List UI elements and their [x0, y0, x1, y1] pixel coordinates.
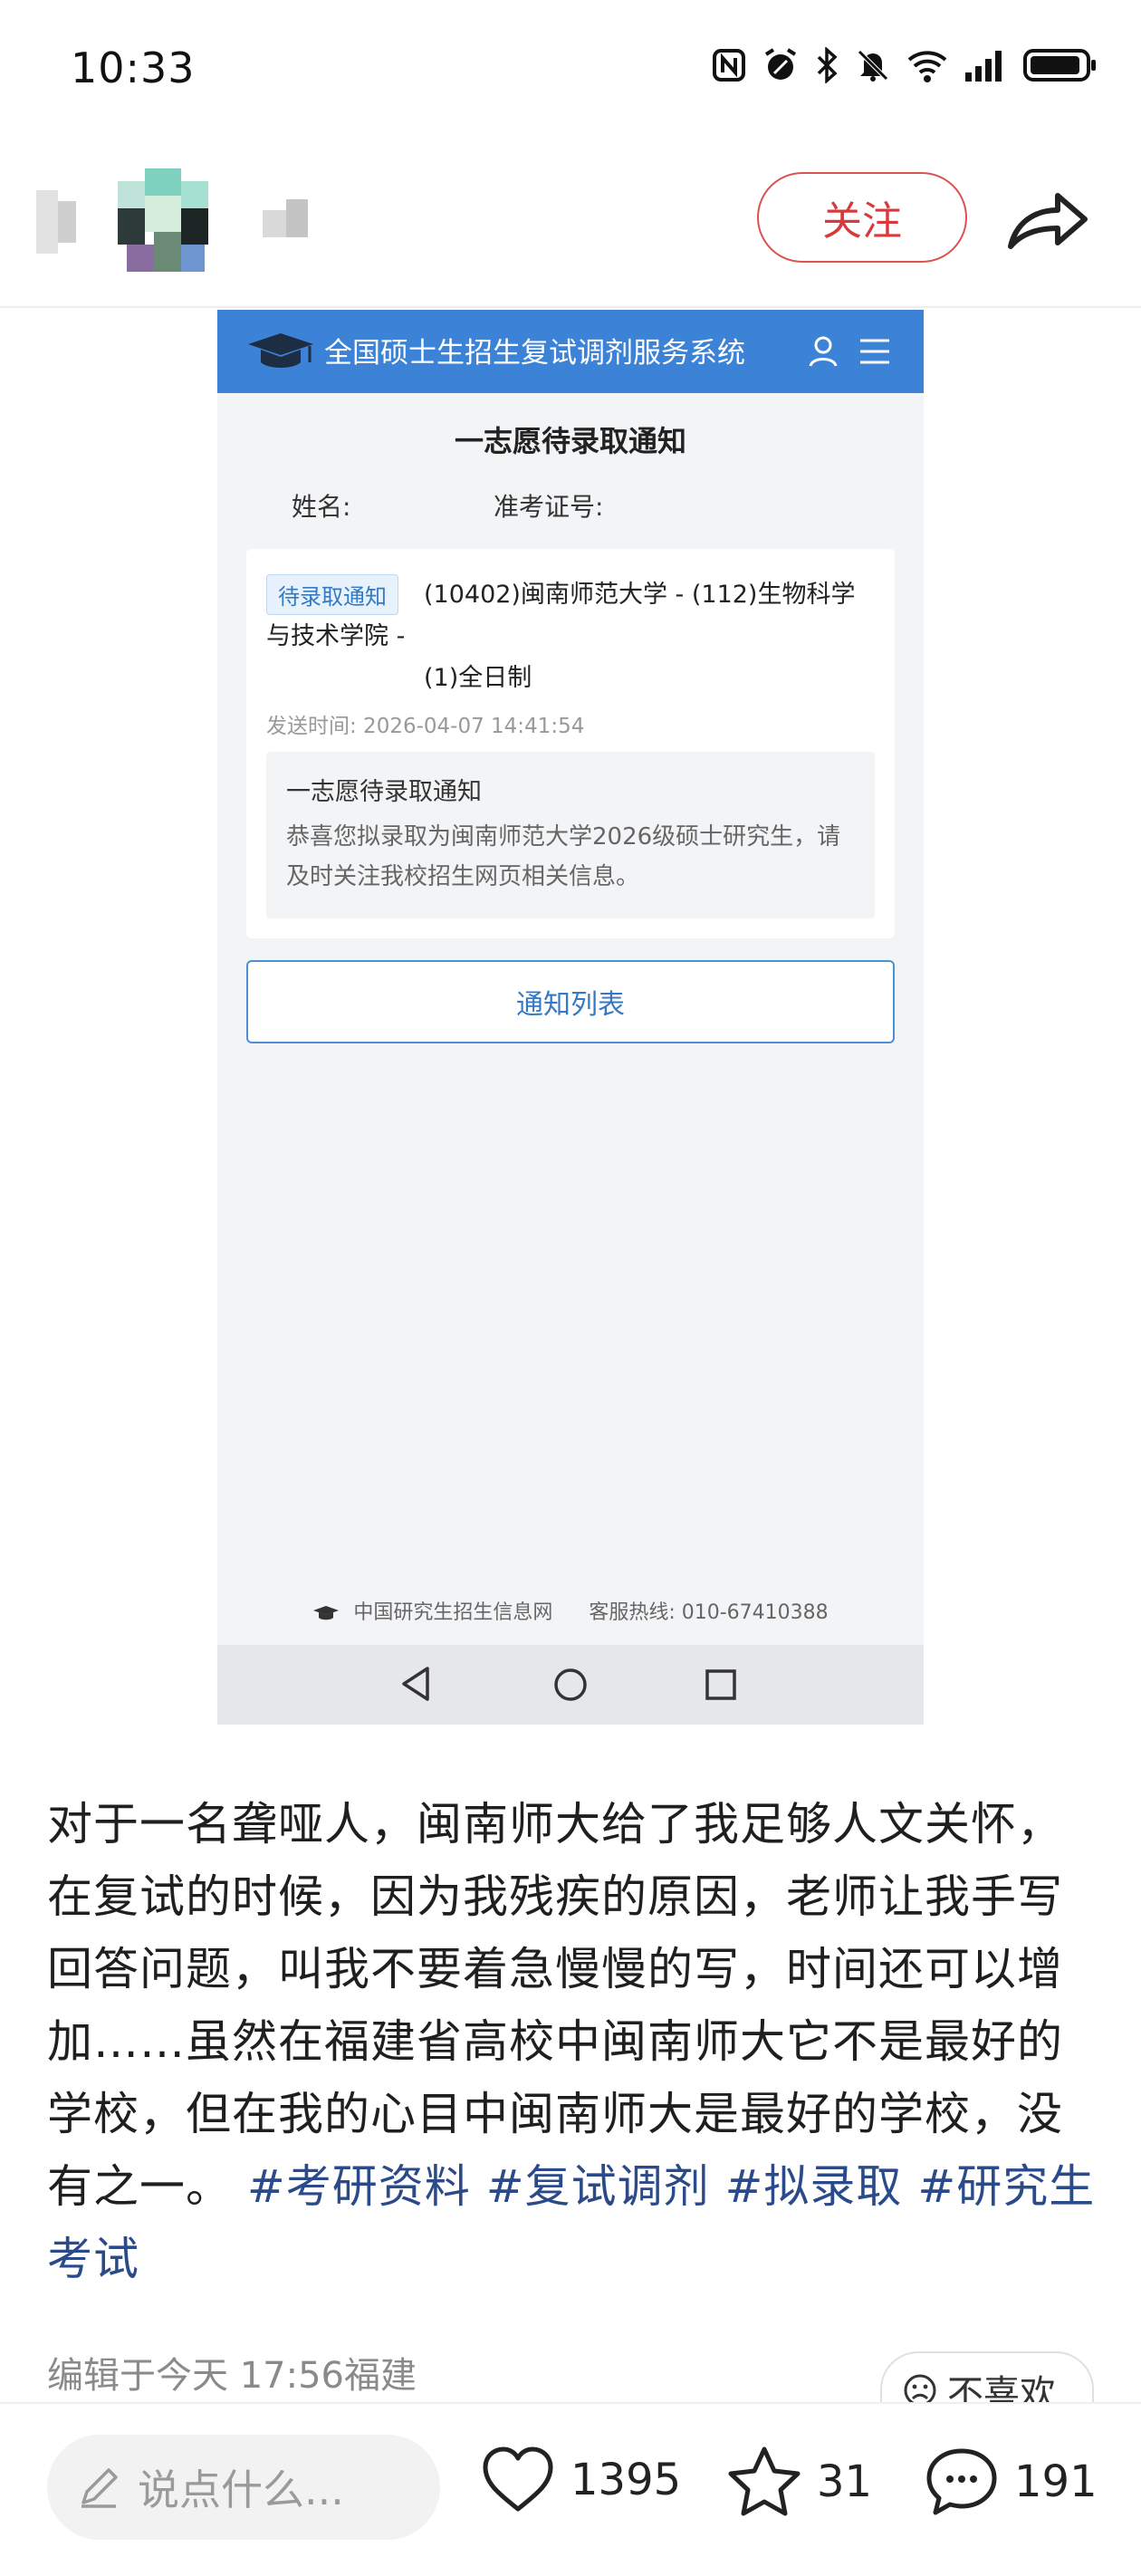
hashtag[interactable]: #考研资料: [247, 2160, 471, 2213]
like-button[interactable]: 1395: [480, 2446, 681, 2514]
share-icon[interactable]: [1003, 178, 1090, 257]
exam-number-label: 准考证号:: [494, 492, 604, 522]
menu-icon[interactable]: [858, 337, 891, 366]
heart-icon: [483, 2446, 553, 2512]
send-time: 发送时间: 2026-04-07 14:41:54: [266, 715, 585, 738]
post-text: 对于一名聋哑人，闽南师大给了我足够人文关怀，在复试的时候，因为我残疾的原因，老师…: [47, 1798, 1063, 2213]
battery-icon: [1023, 49, 1096, 82]
edit-meta: 编辑于今天 17:56福建: [47, 2355, 417, 2397]
hashtag[interactable]: #拟录取: [725, 2160, 903, 2213]
notice-card[interactable]: 待录取通知 (10402)闽南师范大学 - (112)生物科学 与技术学院 - …: [246, 549, 895, 938]
notice-content-box: 一志愿待录取通知 恭喜您拟录取为闽南师范大学2026级硕士研究生，请及时关注我校…: [266, 752, 875, 918]
nfc-icon: [713, 49, 745, 82]
bluetooth-icon: [817, 47, 838, 83]
comment-placeholder: 说点什么...: [138, 2465, 344, 2514]
pencil-icon: [82, 2468, 118, 2508]
comment-input[interactable]: 说点什么...: [47, 2435, 440, 2540]
comment-count: 191: [1014, 2456, 1098, 2507]
embedded-screenshot: 全国硕士生招生复试调剂服务系统 一志愿待录取通知 姓名: 准考证号: 待录取通知…: [217, 310, 924, 1725]
android-nav-bar: [217, 1645, 924, 1725]
follow-button[interactable]: 关注: [757, 172, 967, 263]
comment-button[interactable]: 191: [924, 2446, 1098, 2518]
avatar[interactable]: [36, 154, 362, 290]
hashtag[interactable]: #复试调剂: [486, 2160, 710, 2213]
name-label: 姓名:: [292, 492, 351, 522]
status-badge: 待录取通知: [266, 574, 398, 615]
status-bar: 10:33: [0, 0, 1141, 136]
notice-heading: 一志愿待录取通知: [454, 424, 686, 458]
alarm-icon: [764, 48, 797, 80]
graduation-cap-icon: [248, 333, 313, 368]
notice-list-button[interactable]: 通知列表: [246, 960, 895, 1043]
recent-apps-icon[interactable]: [705, 1668, 737, 1701]
school-line: (10402)闽南师范大学 - (112)生物科学: [424, 581, 856, 609]
home-icon[interactable]: [552, 1667, 589, 1703]
status-icons: [712, 47, 1098, 83]
like-count: 1395: [570, 2455, 682, 2505]
speech-bubble-icon: [926, 2448, 997, 2515]
footer-hotline: 客服热线: 010-67410388: [589, 1601, 829, 1624]
favorite-count: 31: [817, 2456, 873, 2507]
status-time: 10:33: [71, 43, 196, 92]
system-top-bar: 全国硕士生招生复试调剂服务系统: [217, 310, 924, 393]
college-line: 与技术学院 -: [266, 622, 406, 650]
back-icon[interactable]: [398, 1665, 435, 1703]
post-body: 对于一名聋哑人，闽南师大给了我足够人文关怀，在复试的时候，因为我残疾的原因，老师…: [47, 1788, 1107, 2295]
user-icon[interactable]: [808, 335, 839, 368]
study-mode: (1)全日制: [424, 664, 532, 692]
signal-icon: [965, 51, 1002, 82]
embed-footer: 中国研究生招生信息网 客服热线: 010-67410388: [217, 1596, 924, 1625]
wifi-icon: [907, 51, 947, 82]
system-title: 全国硕士生招生复试调剂服务系统: [324, 337, 745, 370]
mute-icon: [858, 50, 888, 82]
graduation-cap-icon: [313, 1606, 340, 1620]
notice-content-body: 恭喜您拟录取为闽南师范大学2026级硕士研究生，请及时关注我校招生网页相关信息。: [286, 823, 841, 890]
star-icon: [728, 2446, 801, 2516]
favorite-button[interactable]: 31: [726, 2446, 872, 2518]
footer-site[interactable]: 中国研究生招生信息网: [353, 1601, 552, 1624]
notice-content-title: 一志愿待录取通知: [286, 778, 482, 806]
